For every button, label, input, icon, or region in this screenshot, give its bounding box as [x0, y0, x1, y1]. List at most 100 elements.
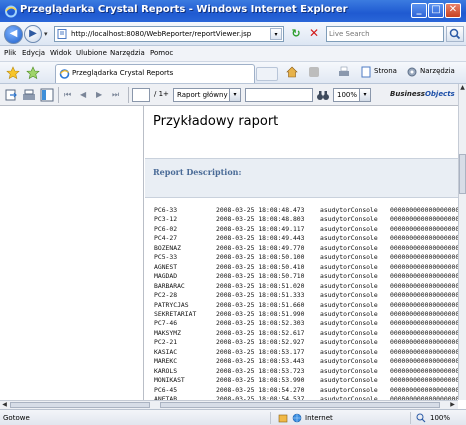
last-page-icon[interactable]: ⏭	[112, 90, 119, 100]
search-box[interactable]	[326, 26, 444, 42]
cell-host: PC2-21	[154, 338, 178, 347]
logo-main-text: Business	[390, 90, 425, 98]
url-text[interactable]: http://localhost:8080/WebReporter/report…	[71, 30, 251, 38]
business-objects-logo: BusinessObjects	[390, 90, 455, 98]
cell-host: PC4-27	[154, 234, 178, 243]
minimize-button[interactable]: _	[411, 3, 427, 18]
cell-host: PC6-45	[154, 385, 178, 394]
menu-item-file[interactable]: Plik	[4, 49, 16, 57]
group-select[interactable]: Raport główny ▾	[173, 88, 241, 102]
cell-user: asudytorConsole	[320, 253, 378, 262]
security-zone-label: Internet	[305, 414, 333, 422]
cell-timestamp: 2008-03-25 18:08:48.803	[216, 215, 305, 224]
vertical-scrollbar[interactable]: ▲	[458, 84, 466, 400]
cell-host: KASIAC	[154, 347, 178, 356]
cell-id: 00000000000000000020	[390, 385, 458, 394]
table-row: MAREKC 2008-03-25 18:08:53.443 asudytorCon…	[154, 357, 458, 366]
table-row: PC6-45 2008-03-25 18:08:54.270 asudytorCon…	[154, 386, 458, 395]
feeds-icon[interactable]	[308, 66, 320, 78]
print-report-icon[interactable]	[22, 88, 36, 102]
menu-item-favorites[interactable]: Ulubione	[76, 49, 107, 57]
report-description-section: Report Description:	[145, 158, 458, 198]
search-button[interactable]	[446, 26, 464, 42]
home-icon[interactable]	[286, 66, 298, 78]
menu-item-tools[interactable]: Narzędzia	[110, 49, 145, 57]
tab-crystal-reports[interactable]: Przeglądarka Crystal Reports	[55, 64, 255, 83]
ie-logo-icon	[5, 5, 17, 18]
maximize-button[interactable]: □	[428, 3, 444, 18]
cell-user: asudytorConsole	[320, 328, 378, 337]
binoculars-search-icon[interactable]	[316, 88, 330, 102]
report-page: Przykładowy raport Report Description: P…	[145, 106, 458, 400]
group-select-value: Raport główny	[177, 91, 228, 99]
cell-user: asudytorConsole	[320, 319, 378, 328]
zoom-magnifier-icon[interactable]	[416, 413, 426, 423]
cell-host: PATRYCJAS	[154, 300, 189, 309]
table-row: MAKSYMZ 2008-03-25 18:08:52.617 asudytorCo…	[154, 329, 458, 338]
close-button[interactable]: ✕	[445, 3, 461, 18]
history-dropdown-icon[interactable]: ▾	[44, 30, 48, 38]
stop-icon[interactable]: ✕	[306, 26, 322, 42]
cell-timestamp: 2008-03-25 18:08:53.990	[216, 376, 305, 385]
next-page-icon[interactable]: ▶	[96, 90, 102, 99]
url-field[interactable]: http://localhost:8080/WebReporter/report…	[54, 26, 284, 42]
search-input[interactable]	[329, 28, 439, 40]
cell-user: asudytorConsole	[320, 272, 378, 281]
new-tab-button[interactable]	[256, 67, 278, 81]
vertical-scroll-thumb[interactable]	[459, 154, 466, 194]
page-menu-button[interactable]: Strona	[374, 67, 397, 75]
menu-item-edit[interactable]: Edycja	[22, 49, 45, 57]
cell-id: 00000000000000000010	[390, 291, 458, 300]
refresh-icon[interactable]: ↻	[288, 26, 304, 42]
status-separator	[410, 412, 411, 424]
page-number-input[interactable]	[132, 88, 150, 102]
cell-timestamp: 2008-03-25 18:08:49.443	[216, 234, 305, 243]
tools-menu-button[interactable]: Narzędzia	[420, 67, 455, 75]
report-toolbar: ⏮ ◀ ▶ ⏭ / 1+ Raport główny ▾ 100% ▾ Busi…	[0, 84, 458, 106]
group-tree-toggle-icon[interactable]	[40, 88, 54, 102]
cell-user: asudytorConsole	[320, 376, 378, 385]
chevron-down-icon[interactable]: ▾	[359, 89, 370, 101]
cell-user: asudytorConsole	[320, 291, 378, 300]
first-page-icon[interactable]: ⏮	[64, 90, 71, 100]
horizontal-scrollbar[interactable]: ◀ ▶	[0, 400, 458, 409]
cell-id: 00000000000000000013	[390, 319, 458, 328]
url-dropdown-icon[interactable]: ▾	[270, 28, 282, 40]
scroll-right-icon[interactable]: ▶	[448, 401, 457, 409]
report-search-input[interactable]	[245, 88, 313, 102]
chevron-down-icon[interactable]: ▾	[229, 89, 240, 101]
window-title: Przeglądarka Crystal Reports - Windows I…	[20, 4, 348, 15]
scroll-left-icon[interactable]: ◀	[0, 401, 9, 409]
cell-timestamp: 2008-03-25 18:08:53.177	[216, 347, 305, 356]
cell-user: asudytorConsole	[320, 385, 378, 394]
cell-user: asudytorConsole	[320, 234, 378, 243]
horizontal-scroll-thumb-left[interactable]	[10, 402, 150, 408]
menu-item-view[interactable]: Widok	[50, 49, 72, 57]
table-row: BOZENAZ 2008-03-25 18:08:49.770 asudytorCo…	[154, 244, 458, 253]
cell-timestamp: 2008-03-25 18:08:53.723	[216, 366, 305, 375]
table-row: PATRYCJAS 2008-03-25 18:08:51.660 asudytor…	[154, 301, 458, 310]
zoom-level[interactable]: 100%	[430, 414, 450, 422]
menu-item-help[interactable]: Pomoc	[150, 49, 173, 57]
page-count: / 1+	[154, 90, 169, 98]
toolbar-separator	[58, 87, 59, 103]
cell-host: PC6-02	[154, 224, 178, 233]
zoom-select[interactable]: 100% ▾	[333, 88, 371, 102]
previous-page-icon[interactable]: ◀	[80, 90, 86, 99]
scroll-up-icon[interactable]: ▲	[459, 84, 466, 92]
forward-button[interactable]: ▶	[24, 25, 42, 43]
page-menu-icon	[361, 66, 371, 78]
cell-timestamp: 2008-03-25 18:08:52.617	[216, 328, 305, 337]
tools-gear-icon	[407, 67, 417, 77]
back-button[interactable]: ◀	[4, 25, 23, 44]
favorites-star-icon[interactable]	[6, 66, 20, 80]
cell-host: AGNEST	[154, 262, 178, 271]
cell-host: PC6-33	[154, 206, 178, 214]
add-favorite-icon[interactable]	[26, 66, 40, 80]
print-icon[interactable]	[338, 66, 350, 78]
table-row: MONIKAST 2008-03-25 18:08:53.990 asudytorC…	[154, 376, 458, 385]
cell-user: asudytorConsole	[320, 357, 378, 366]
horizontal-scroll-thumb-right[interactable]	[160, 402, 440, 408]
table-row: KAROLS 2008-03-25 18:08:53.723 asudytorCon…	[154, 367, 458, 376]
export-icon[interactable]	[4, 88, 18, 102]
